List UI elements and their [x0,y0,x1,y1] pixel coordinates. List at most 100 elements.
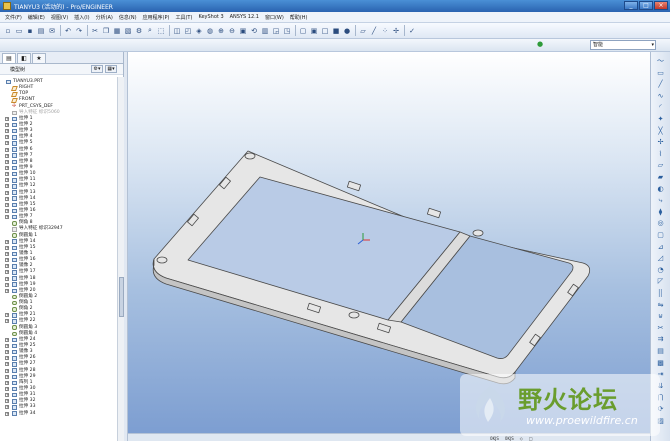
expand-icon[interactable]: + [5,350,9,355]
refit-icon[interactable]: ◰ [183,26,193,36]
datum-points-icon[interactable]: ⁘ [380,26,390,36]
expand-icon[interactable]: + [5,380,9,385]
expand-icon[interactable]: + [5,190,9,195]
csys-icon[interactable]: ✢ [391,26,401,36]
print-icon[interactable]: ▤ [36,26,46,36]
line-icon[interactable]: ╱ [655,79,666,89]
chamfer-icon[interactable]: ◸ [655,276,666,286]
fit-icon[interactable]: ▣ [238,26,248,36]
expand-icon[interactable]: + [5,172,9,177]
expand-icon[interactable]: + [5,141,9,146]
blend-icon[interactable]: ⧫ [655,207,666,217]
close-button[interactable]: × [654,1,668,10]
csys-icon[interactable]: ✢ [655,137,666,147]
expand-icon[interactable]: + [5,251,9,256]
expand-icon[interactable]: + [5,368,9,373]
expand-icon[interactable]: + [5,215,9,220]
reorient-icon[interactable]: ⟲ [249,26,259,36]
extrude-icon[interactable]: ▰ [655,172,666,182]
tree-settings-button[interactable]: ⚙▾ [91,65,103,73]
expand-icon[interactable]: + [5,313,9,318]
maximize-button[interactable]: □ [639,1,653,10]
trim-icon[interactable]: ✂ [655,323,666,333]
expand-icon[interactable]: + [5,337,9,342]
paste-special-icon[interactable]: ▧ [123,26,133,36]
save-icon[interactable]: ▪ [25,26,35,36]
menu-item[interactable]: 窗口(W) [262,14,287,21]
minimize-button[interactable]: _ [624,1,638,10]
expand-icon[interactable]: + [5,374,9,379]
expand-icon[interactable]: + [5,399,9,404]
expand-icon[interactable]: + [5,202,9,207]
view-manager-icon[interactable]: ◳ [282,26,292,36]
axis-icon[interactable]: ╳ [655,126,666,136]
layers-icon[interactable]: ◲ [271,26,281,36]
arc-icon[interactable]: ◜ [655,102,666,112]
expand-icon[interactable]: + [5,282,9,287]
sketch-icon[interactable]: 〜 [655,56,666,66]
expand-icon[interactable]: + [5,362,9,367]
spin-icon[interactable]: ◍ [205,26,215,36]
expand-icon[interactable]: + [5,196,9,201]
zoom-in-icon[interactable]: ⊕ [216,26,226,36]
datum-axes-icon[interactable]: ╱ [369,26,379,36]
expand-icon[interactable]: + [5,135,9,140]
menu-item[interactable]: ANSYS 12.1 [227,14,262,20]
paste-icon[interactable]: ▦ [112,26,122,36]
expand-icon[interactable]: + [5,276,9,281]
expand-icon[interactable]: + [5,356,9,361]
undo-icon[interactable]: ↶ [63,26,73,36]
expand-icon[interactable]: + [5,129,9,134]
info-icon[interactable]: ✓ [407,26,417,36]
datum-plane-icon[interactable]: ▱ [655,160,666,170]
expand-icon[interactable]: + [5,344,9,349]
redo-icon[interactable]: ↷ [74,26,84,36]
wireframe-icon[interactable]: ▢ [298,26,308,36]
offset-icon[interactable]: ⇉ [655,334,666,344]
expand-icon[interactable]: + [5,122,9,127]
expand-icon[interactable]: + [5,153,9,158]
tree-show-button[interactable]: ▦▾ [105,65,117,73]
point-icon[interactable]: ✦ [655,114,666,124]
tab-folder[interactable]: ◧ [17,53,31,63]
expand-icon[interactable]: + [5,159,9,164]
expand-icon[interactable]: + [5,245,9,250]
find-icon[interactable]: ⌕ [145,26,155,36]
solidify-icon[interactable]: ▩ [655,358,666,368]
merge-icon[interactable]: ⊎ [655,311,666,321]
no-hidden-icon[interactable]: □ [320,26,330,36]
menu-item[interactable]: 分析(A) [93,14,116,21]
expand-icon[interactable]: + [5,405,9,410]
menu-item[interactable]: 信息(N) [116,14,140,21]
saved-views-icon[interactable]: ▥ [260,26,270,36]
expand-icon[interactable]: + [5,239,9,244]
copy-icon[interactable]: ❐ [101,26,111,36]
menu-item[interactable]: 视图(V) [48,14,71,21]
rect-icon[interactable]: ▭ [655,68,666,78]
expand-icon[interactable]: + [5,387,9,392]
select-icon[interactable]: ⬚ [156,26,166,36]
open-icon[interactable]: ▭ [14,26,24,36]
menu-item[interactable]: 应用程序(P) [140,14,173,21]
shading-icon[interactable]: ■ [331,26,341,36]
cut-icon[interactable]: ✂ [90,26,100,36]
round-icon[interactable]: ◔ [655,265,666,275]
draft-icon[interactable]: ◿ [655,253,666,263]
hole-icon[interactable]: ◎ [655,218,666,228]
orient-icon[interactable]: ◈ [194,26,204,36]
expand-icon[interactable]: + [5,264,9,269]
expand-icon[interactable]: + [5,147,9,152]
new-icon[interactable]: ▫ [3,26,13,36]
expand-icon[interactable]: + [5,258,9,263]
shell-icon[interactable]: ▢ [655,230,666,240]
menu-item[interactable]: 文件(F) [2,14,25,21]
menu-item[interactable]: KeyShot 3 [195,14,226,20]
tab-favorites[interactable]: ★ [32,53,46,63]
email-icon[interactable]: ✉ [47,26,57,36]
expand-icon[interactable]: + [5,319,9,324]
selection-filter-select[interactable]: 智能 ▾ [590,40,656,50]
expand-icon[interactable]: + [5,208,9,213]
mirror-icon[interactable]: ⇋ [655,300,666,310]
hidden-line-icon[interactable]: ▣ [309,26,319,36]
expand-icon[interactable]: + [5,184,9,189]
